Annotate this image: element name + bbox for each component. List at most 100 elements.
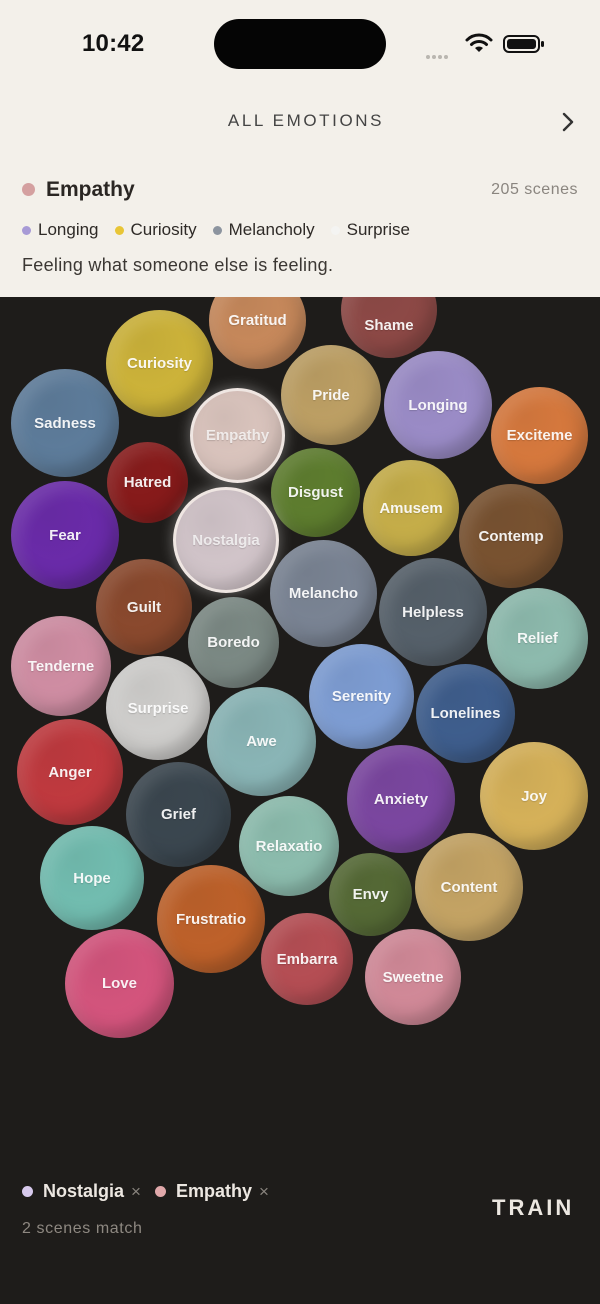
bubble-label: Relaxatio xyxy=(255,837,323,855)
bubble-gratitud[interactable]: Gratitud xyxy=(209,297,306,369)
bubble-serenity[interactable]: Serenity xyxy=(309,644,414,749)
bubble-hatred[interactable]: Hatred xyxy=(107,442,188,523)
bubble-surprise[interactable]: Surprise xyxy=(106,656,210,760)
bubble-content[interactable]: Content xyxy=(415,833,523,941)
bubble-disgust[interactable]: Disgust xyxy=(271,448,360,537)
emotion-description: Feeling what someone else is feeling. xyxy=(22,255,334,275)
filter-dot xyxy=(154,1186,166,1197)
bubble-shame[interactable]: Shame xyxy=(341,297,437,358)
bubble-label: Contemp xyxy=(478,527,544,545)
related-chip-melancholy[interactable]: Melancholy xyxy=(212,220,315,240)
selected-emotion-dot xyxy=(22,183,35,196)
header-panel: 10:42 ALL EMOTIONS Empathy 205 scenes Lo… xyxy=(0,0,600,297)
related-label: Longing xyxy=(38,220,99,239)
bubble-sadness[interactable]: Sadness xyxy=(11,369,119,477)
bubble-label: Pride xyxy=(312,386,350,404)
bubble-label: Melancho xyxy=(288,585,359,602)
bubble-label: Tenderne xyxy=(27,657,95,675)
bubble-label: Awe xyxy=(246,733,277,750)
bubble-hope[interactable]: Hope xyxy=(40,826,144,930)
nav-title[interactable]: ALL EMOTIONS xyxy=(0,111,600,131)
bubble-fear[interactable]: Fear xyxy=(11,481,119,589)
bubble-envy[interactable]: Envy xyxy=(329,853,412,936)
match-count: 2 scenes match xyxy=(22,1220,143,1237)
bubble-label: Helpless xyxy=(402,603,464,621)
emotion-bubble-field: Gratitud Shame Curiosity Pride Longing S… xyxy=(0,297,600,1057)
bubble-exciteme[interactable]: Exciteme xyxy=(491,387,588,484)
bubble-label: Content xyxy=(440,878,498,896)
bubble-pride[interactable]: Pride xyxy=(281,345,381,445)
bubble-label: Gratitud xyxy=(228,312,287,329)
bubble-label: Nostalgia xyxy=(192,531,260,549)
scene-count: 205 scenes xyxy=(491,181,578,198)
related-emotions: Longing Curiosity Melancholy Surprise xyxy=(22,220,426,240)
bubble-label: Serenity xyxy=(331,688,392,705)
bubble-amusem[interactable]: Amusem xyxy=(363,460,459,556)
bubble-label: Grief xyxy=(160,806,196,823)
bubble-label: Empathy xyxy=(205,427,270,444)
bubble-label: Guilt xyxy=(126,598,162,616)
bubble-label: Shame xyxy=(364,316,414,334)
related-chip-curiosity[interactable]: Curiosity xyxy=(114,220,197,240)
bubble-boredo[interactable]: Boredo xyxy=(188,597,279,688)
bubble-label: Anxiety xyxy=(373,790,429,808)
related-chip-surprise[interactable]: Surprise xyxy=(330,220,410,240)
signal-icon xyxy=(426,46,450,64)
bubble-nostalgia[interactable]: Nostalgia xyxy=(173,487,279,593)
bubble-relaxatio[interactable]: Relaxatio xyxy=(239,796,339,896)
bubble-label: Lonelines xyxy=(430,705,501,722)
bubble-empathy[interactable]: Empathy xyxy=(190,388,285,483)
bubble-lonelines[interactable]: Lonelines xyxy=(416,664,515,763)
bubble-label: Love xyxy=(101,975,137,992)
bubble-relief[interactable]: Relief xyxy=(487,588,588,689)
related-dot xyxy=(22,225,31,235)
bubble-joy[interactable]: Joy xyxy=(480,742,588,850)
bubble-awe[interactable]: Awe xyxy=(207,687,316,796)
status-time: 10:42 xyxy=(82,30,145,57)
remove-filter-icon[interactable]: × xyxy=(259,1182,269,1202)
bubble-embarra[interactable]: Embarra xyxy=(261,913,353,1005)
bubble-guilt[interactable]: Guilt xyxy=(96,559,192,655)
bubble-label: Curiosity xyxy=(126,355,192,372)
bubble-label: Sadness xyxy=(34,414,96,432)
bubble-label: Disgust xyxy=(287,484,343,501)
filter-label: Empathy xyxy=(175,1181,252,1201)
bubble-contemp[interactable]: Contemp xyxy=(459,484,563,588)
active-filters: Nostalgia × Empathy × xyxy=(22,1181,283,1202)
bubble-love[interactable]: Love xyxy=(65,929,174,1038)
battery-icon xyxy=(503,35,544,53)
filter-label: Nostalgia xyxy=(43,1181,125,1201)
dynamic-island xyxy=(214,19,386,69)
related-label: Melancholy xyxy=(228,220,315,239)
bubble-label: Hope xyxy=(73,869,111,887)
bubble-anger[interactable]: Anger xyxy=(17,719,123,825)
bubble-frustratio[interactable]: Frustratio xyxy=(157,865,265,973)
chevron-right-icon[interactable] xyxy=(561,112,575,132)
bubble-grief[interactable]: Grief xyxy=(126,762,231,867)
bubble-melancho[interactable]: Melancho xyxy=(270,540,377,647)
filter-chip-nostalgia[interactable]: Nostalgia × xyxy=(22,1181,141,1202)
bubble-longing[interactable]: Longing xyxy=(384,351,492,459)
bubble-helpless[interactable]: Helpless xyxy=(379,558,487,666)
bubble-anxiety[interactable]: Anxiety xyxy=(347,745,455,853)
related-label: Surprise xyxy=(346,220,410,239)
bubble-tenderne[interactable]: Tenderne xyxy=(11,616,111,716)
related-dot xyxy=(330,225,340,235)
bubble-label: Fear xyxy=(49,526,81,544)
bubble-label: Joy xyxy=(521,787,547,805)
bubble-label: Surprise xyxy=(127,699,189,717)
bubble-label: Boredo xyxy=(207,634,260,651)
remove-filter-icon[interactable]: × xyxy=(131,1182,141,1202)
bubble-curiosity[interactable]: Curiosity xyxy=(106,310,213,417)
related-dot xyxy=(212,225,222,235)
bubble-label: Sweetne xyxy=(382,968,444,986)
bubble-label: Amusem xyxy=(379,499,443,517)
bubble-sweetne[interactable]: Sweetne xyxy=(365,929,461,1025)
filter-chip-empathy[interactable]: Empathy × xyxy=(154,1181,269,1202)
train-button[interactable]: TRAIN xyxy=(492,1195,574,1221)
related-chip-longing[interactable]: Longing xyxy=(22,220,99,240)
bubble-label: Relief xyxy=(517,630,558,647)
bubble-label: Exciteme xyxy=(506,427,573,444)
selected-emotion-name: Empathy xyxy=(46,178,135,201)
filter-dot xyxy=(22,1186,33,1197)
